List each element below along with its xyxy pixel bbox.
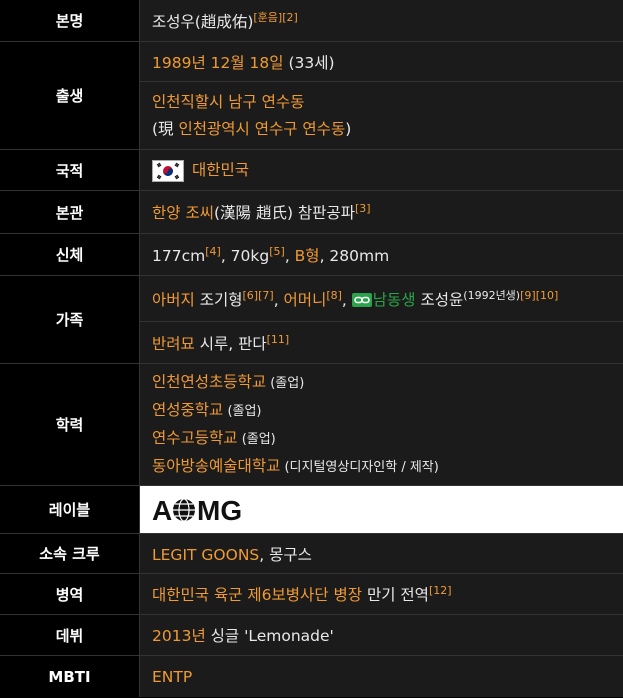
label-nationality: 국적 — [0, 150, 140, 190]
school-link[interactable]: 인천연성초등학교 — [152, 373, 266, 391]
label-body: 신체 — [0, 234, 140, 275]
brother-link[interactable]: 남동생 — [373, 291, 416, 309]
clan-link[interactable]: 한양 조씨 — [152, 204, 214, 222]
profile-infobox: 본명 조성우(趙成佑)[훈음][2] 출생 1989년 12월 18일 (33세… — [0, 0, 623, 697]
value-crew: LEGIT GOONS, 몽구스 — [140, 534, 623, 573]
country-link[interactable]: 대한민국 — [192, 161, 249, 179]
value-nationality: 대한민국 — [140, 150, 623, 190]
link-icon — [351, 293, 372, 307]
school-note: (졸업) — [223, 403, 262, 419]
clan-hanja: (漢陽 趙氏) 참판공파 — [213, 204, 355, 222]
separator: , — [341, 290, 352, 309]
value-record-label: A MG — [140, 486, 623, 533]
school-item: 연성중학교 (졸업) — [152, 397, 623, 425]
military-status: 만기 전역 — [362, 586, 429, 604]
father-link[interactable]: 아버지 — [152, 291, 195, 309]
ref-link[interactable]: [8] — [326, 288, 342, 301]
label-crew: 소속 크루 — [0, 534, 140, 573]
pet-link[interactable]: 반려묘 — [152, 335, 195, 353]
age: (33세) — [283, 53, 335, 72]
value-mbti: ENTP — [140, 656, 623, 697]
row-military: 병역 대한민국 육군 제6보병사단 병장 만기 전역[12] — [0, 574, 623, 615]
brother-name: 조성윤 — [415, 290, 464, 309]
birth-date-link[interactable]: 1989년 12월 18일 — [152, 54, 284, 72]
row-mbti: MBTI ENTP — [0, 656, 623, 697]
separator: , — [273, 290, 284, 309]
label-name: 본명 — [0, 0, 140, 41]
value-origin: 한양 조씨(漢陽 趙氏) 참판공파[3] — [140, 191, 623, 233]
value-education: 인천연성초등학교 (졸업) 연성중학교 (졸업) 연수고등학교 (졸업) 동아방… — [140, 364, 623, 485]
pet-names: 시루, 판다 — [194, 334, 267, 353]
label-mbti: MBTI — [0, 656, 140, 697]
ref-link[interactable]: [9] — [520, 288, 536, 301]
row-nationality: 국적 대한민국 — [0, 150, 623, 191]
mother-link[interactable]: 어머니 — [284, 291, 327, 309]
row-crew: 소속 크루 LEGIT GOONS, 몽구스 — [0, 534, 623, 574]
military-unit-link[interactable]: 대한민국 육군 제6보병사단 병장 — [152, 586, 362, 604]
row-name: 본명 조성우(趙成佑)[훈음][2] — [0, 0, 623, 42]
value-name: 조성우(趙成佑)[훈음][2] — [140, 0, 623, 41]
ref-link[interactable]: [6] — [243, 288, 259, 301]
debut-year-link[interactable]: 2013년 — [152, 627, 206, 645]
row-birth: 출생 1989년 12월 18일 (33세) 인천직할시 남구 연수동 (現 인… — [0, 42, 623, 150]
label-debut: 데뷔 — [0, 615, 140, 655]
crew-link[interactable]: LEGIT GOONS — [152, 546, 259, 564]
school-link[interactable]: 연성중학교 — [152, 401, 223, 419]
now-suffix: ) — [345, 119, 352, 138]
value-military: 대한민국 육군 제6보병사단 병장 만기 전역[12] — [140, 574, 623, 614]
ref-link[interactable]: [4] — [205, 244, 221, 257]
birth-place-link[interactable]: 인천직할시 남구 연수동 — [152, 89, 623, 116]
real-name: 조성우(趙成佑) — [152, 12, 254, 31]
row-label: 레이블 A MG — [0, 486, 623, 534]
now-prefix: (現 — [152, 119, 179, 138]
ref-link[interactable]: [훈음] — [253, 10, 282, 23]
school-item: 동아방송예술대학교 (디지털영상디자인학 / 제작) — [152, 453, 623, 481]
shoe-size: , 280mm — [319, 246, 390, 265]
label-family: 가족 — [0, 276, 140, 363]
ref-link[interactable]: [11] — [267, 332, 290, 345]
ref-link[interactable]: [12] — [429, 584, 452, 597]
blood-type-link[interactable]: B형 — [295, 247, 320, 265]
school-link[interactable]: 연수고등학교 — [152, 429, 238, 447]
value-debut: 2013년 싱글 'Lemonade' — [140, 615, 623, 655]
height: 177cm — [152, 246, 206, 265]
value-family: 아버지 조기형[6][7], 어머니[8], 남동생 조성윤(1992년생)[9… — [140, 276, 623, 363]
crew-other: , 몽구스 — [259, 545, 312, 564]
label-birth: 출생 — [0, 42, 140, 149]
label-military: 병역 — [0, 574, 140, 614]
svg-text:MG: MG — [197, 495, 242, 525]
mbti-link[interactable]: ENTP — [152, 668, 192, 686]
ref-link[interactable]: [2] — [282, 10, 298, 23]
aomg-logo[interactable]: A MG — [152, 495, 623, 525]
current-place-link[interactable]: 인천광역시 연수구 연수동 — [178, 120, 345, 138]
value-body: 177cm[4], 70kg[5], B형, 280mm — [140, 234, 623, 275]
label-education: 학력 — [0, 364, 140, 485]
ref-link[interactable]: [10] — [536, 288, 559, 301]
value-birth: 1989년 12월 18일 (33세) 인천직할시 남구 연수동 (現 인천광역… — [140, 42, 623, 149]
ref-link[interactable]: [5] — [269, 244, 285, 257]
svg-text:A: A — [152, 495, 172, 525]
debut-single: 싱글 'Lemonade' — [205, 627, 334, 645]
school-note: (졸업) — [266, 375, 305, 391]
row-debut: 데뷔 2013년 싱글 'Lemonade' — [0, 615, 623, 656]
father-name: 조기형 — [194, 290, 243, 309]
school-note: (졸업) — [237, 431, 276, 447]
school-item: 연수고등학교 (졸업) — [152, 425, 623, 453]
school-item: 인천연성초등학교 (졸업) — [152, 369, 623, 397]
weight: , 70kg — [220, 246, 270, 265]
separator: , — [284, 246, 295, 265]
row-origin: 본관 한양 조씨(漢陽 趙氏) 참판공파[3] — [0, 191, 623, 234]
row-family: 가족 아버지 조기형[6][7], 어머니[8], 남동생 조성윤(1992년생… — [0, 276, 623, 364]
school-note: (디지털영상디자인학 / 제작) — [280, 459, 439, 475]
ref-link[interactable]: [3] — [355, 202, 371, 215]
label-record-label: 레이블 — [0, 486, 140, 533]
row-body: 신체 177cm[4], 70kg[5], B형, 280mm — [0, 234, 623, 276]
row-education: 학력 인천연성초등학교 (졸업) 연성중학교 (졸업) 연수고등학교 (졸업) … — [0, 364, 623, 486]
brother-birth-note: (1992년생) — [463, 288, 521, 302]
ref-link[interactable]: [7] — [258, 288, 274, 301]
school-link[interactable]: 동아방송예술대학교 — [152, 457, 280, 475]
label-origin: 본관 — [0, 191, 140, 233]
korea-flag-icon — [152, 159, 184, 182]
